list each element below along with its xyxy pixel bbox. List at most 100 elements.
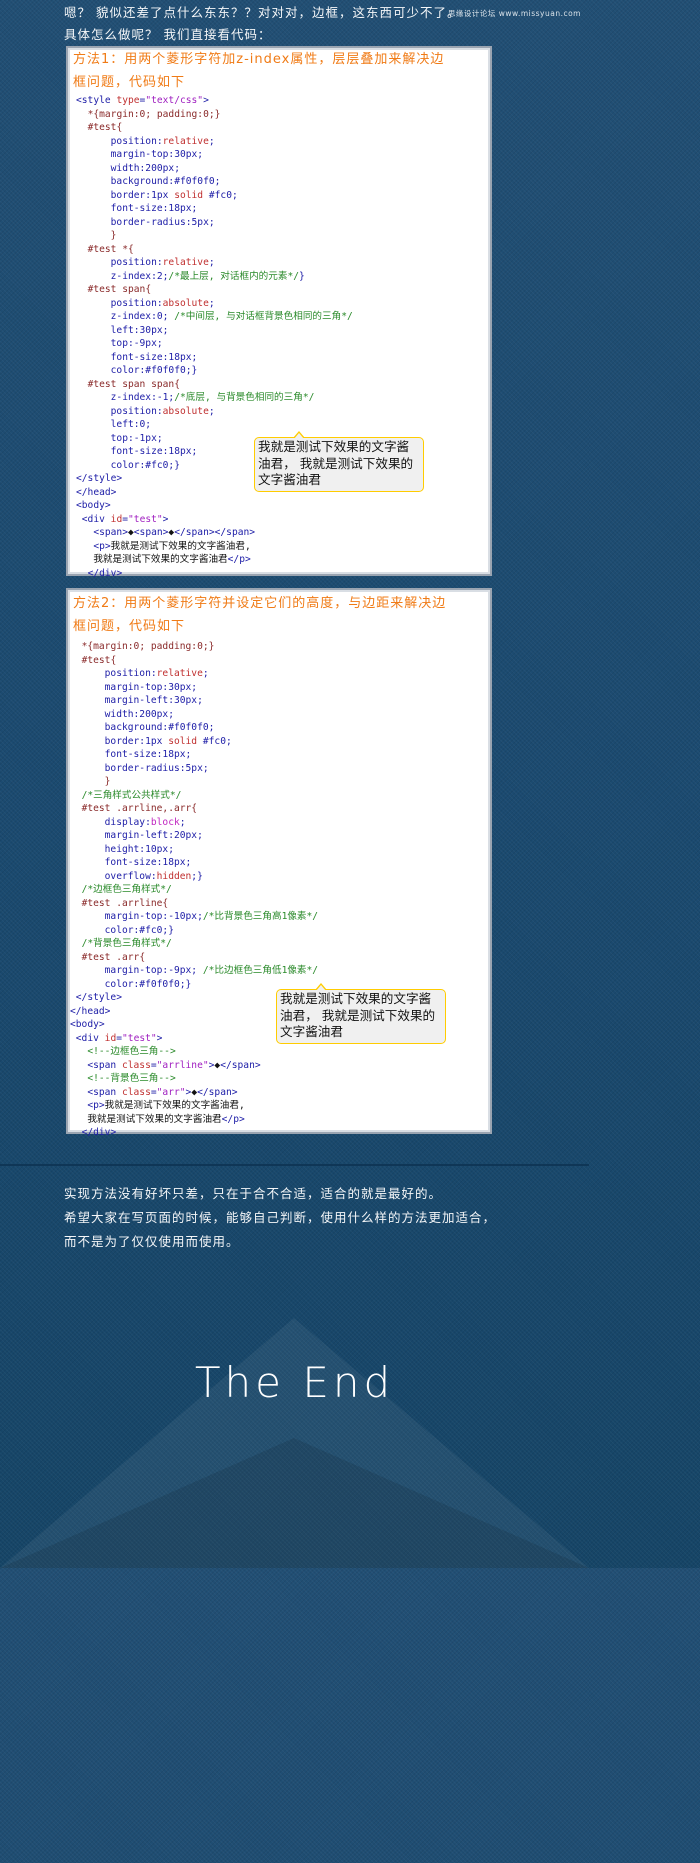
code-token: /*比背景色三角高1像素*/ — [202, 911, 319, 922]
code-token: "text/css" — [145, 95, 204, 106]
code-token: ;} — [191, 870, 203, 882]
method-2-code-block: *{margin:0; padding:0;} #test{ position:… — [68, 640, 490, 1140]
code-token: font-size:18px; — [110, 446, 198, 457]
code-line: </div> — [76, 567, 490, 581]
code-token: width:200px; — [110, 162, 180, 174]
code-token: "test" — [128, 513, 163, 525]
code-token: <body> — [70, 1019, 105, 1030]
code-token: "arr" — [156, 1086, 186, 1098]
code-token: block — [150, 816, 180, 828]
code-token: <!--边框色三角--> — [87, 1046, 176, 1057]
code-token: "arrline" — [156, 1059, 209, 1071]
code-token: solid — [174, 189, 204, 201]
code-token: </style> — [75, 992, 122, 1003]
code-line: <span class="arrline">◆</span> — [70, 1059, 490, 1073]
code-line: <style type="text/css"> — [76, 94, 490, 108]
code-line: #test{ — [70, 654, 490, 668]
code-line: *{margin:0; padding:0;} — [70, 640, 490, 654]
code-token: position: — [104, 668, 157, 679]
code-token: <div — [75, 1032, 105, 1044]
code-token: border-radius:5px; — [104, 762, 209, 774]
code-token: border:1px — [104, 735, 169, 747]
code-token: </div> — [81, 1127, 117, 1138]
code-token: <!--背景色三角--> — [87, 1073, 176, 1084]
code-line: </div> — [70, 1126, 490, 1140]
code-token: id — [110, 513, 123, 525]
code-token: ; — [208, 135, 215, 147]
code-token: position — [110, 135, 157, 147]
code-token: relative — [162, 135, 209, 147]
code-token: #test .arrline{ — [81, 897, 169, 909]
code-token: #test span span{ — [87, 378, 180, 390]
code-token: #fc0; — [203, 189, 238, 201]
code-token: border:1px — [110, 189, 175, 201]
code-token: </span></span> — [174, 527, 256, 538]
code-line: <!--边框色三角--> — [70, 1045, 490, 1059]
code-line: border:1px solid #fc0; — [70, 735, 490, 749]
code-token: margin-top:30px; — [104, 681, 198, 693]
code-line: <!--背景色三角--> — [70, 1072, 490, 1086]
method-2-panel: 方法2：用两个菱形字符并设定它们的高度，与边距来解决边 框问题，代码如下 *{m… — [66, 588, 492, 1138]
code-line: *{margin:0; padding:0;} — [76, 108, 490, 122]
code-token: #test{ — [87, 122, 123, 133]
code-line: margin-top:30px; — [70, 681, 490, 695]
method-2-title-line-1: 方法2：用两个菱形字符并设定它们的高度，与边距来解决边 — [73, 596, 447, 611]
code-token: </head> — [76, 486, 117, 498]
code-token: id — [104, 1032, 117, 1044]
code-token: z-index:0; — [110, 311, 175, 322]
code-token: z-index:2; — [110, 270, 169, 282]
code-token: type — [116, 95, 140, 106]
method-1-title-line-2: 框问题，代码如下 — [73, 75, 186, 90]
code-line: color:#fc0;} — [70, 924, 490, 938]
code-line: /*三角样式公共样式*/ — [70, 789, 490, 803]
conclusion-line-3: 而不是为了仅仅使用而使用。 — [64, 1234, 240, 1249]
code-line: position:relative; — [70, 667, 490, 681]
code-token: } — [110, 230, 117, 241]
code-line: /*背景色三角样式*/ — [70, 937, 490, 951]
code-token: /*比边框色三角低1像素*/ — [202, 965, 319, 976]
code-line: font-size:18px; — [70, 748, 490, 762]
intro-line-1: 嗯？ 貌似还差了点什么东东？？对对对，边框，这东西可少不了。 — [64, 5, 461, 20]
code-token: top:-9px; — [110, 338, 163, 349]
code-token: left:30px; — [110, 324, 169, 336]
code-token: 我就是测试下效果的文字酱油君 — [76, 554, 228, 565]
code-token: #test .arrline,.arr{ — [81, 803, 198, 814]
code-token: class — [121, 1059, 151, 1071]
section-divider — [0, 1164, 589, 1166]
code-token: relative — [156, 668, 203, 679]
code-line: margin-left:30px; — [70, 694, 490, 708]
code-line: } — [76, 229, 490, 243]
code-token: </div> — [87, 567, 123, 579]
code-token: position: — [110, 257, 163, 268]
code-line: background:#f0f0f0; — [70, 721, 490, 735]
code-line: border-radius:5px; — [76, 216, 490, 230]
decorative-triangle-dark — [0, 1438, 589, 1568]
code-line: #test .arrline{ — [70, 897, 490, 911]
code-line: #test span span{ — [76, 378, 490, 392]
code-token: <p> — [93, 540, 111, 552]
code-token: height:10px; — [104, 843, 174, 855]
code-line: #test .arr{ — [70, 951, 490, 965]
code-token: margin-top:-10px; — [104, 911, 203, 922]
code-token: left:0; — [110, 419, 152, 430]
code-token: <span> — [133, 527, 169, 538]
code-line: position:relative; — [76, 256, 490, 270]
code-line: margin-top:-9px; /*比边框色三角低1像素*/ — [70, 964, 490, 978]
